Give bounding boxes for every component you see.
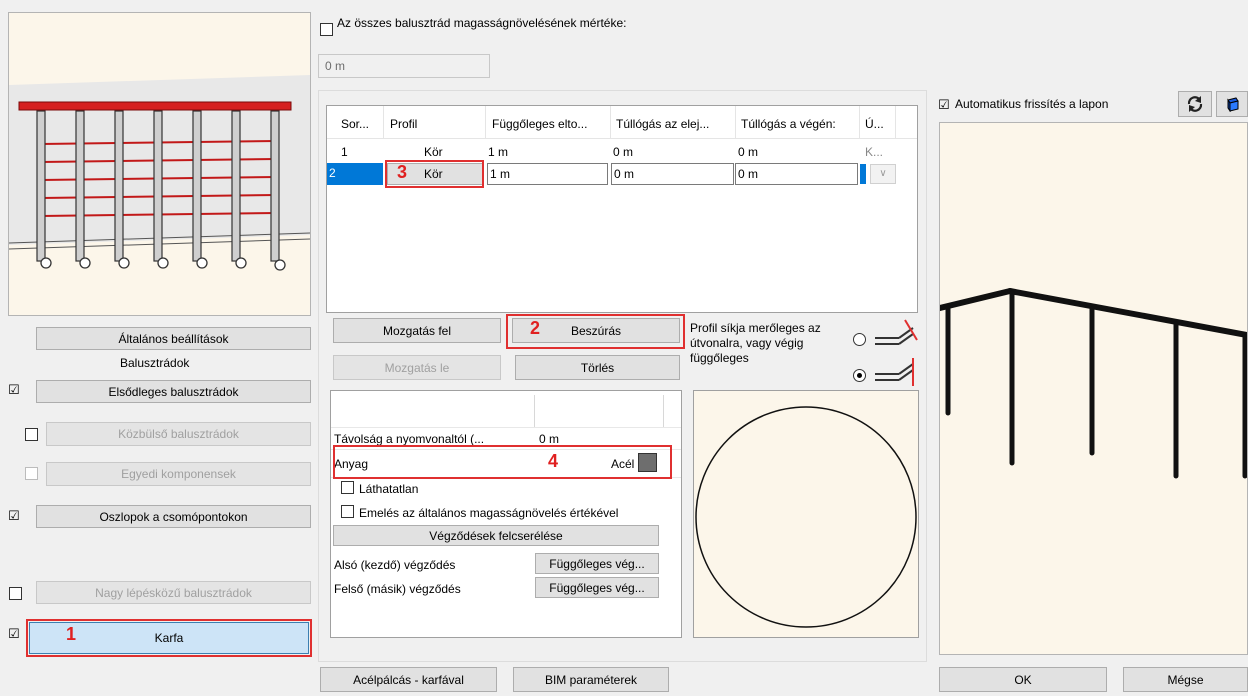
distance-label: Távolság a nyomvonaltól (... — [334, 432, 485, 446]
profile-section-preview — [693, 390, 919, 638]
balusters-group-label: Balusztrádok — [120, 356, 190, 370]
chevron-down-icon[interactable]: ∨ — [870, 164, 896, 184]
delete-button[interactable]: Törlés — [515, 355, 680, 380]
all-height-input: 0 m — [318, 54, 490, 78]
vertical-offset-input[interactable]: 1 m — [487, 163, 608, 185]
header-vertical-offset[interactable]: Függőleges elto... — [492, 117, 612, 131]
large-step-balusters-button: Nagy lépésközű balusztrádok — [36, 581, 311, 604]
annotation-number-3: 3 — [397, 162, 408, 182]
intermediate-balusters-button: Közbülső balusztrádok — [46, 422, 311, 446]
swap-ends-button[interactable]: Végződések felcserélése — [333, 525, 659, 546]
move-up-button[interactable]: Mozgatás fel — [333, 318, 501, 343]
primary-checkbox[interactable]: ☑ — [8, 382, 20, 398]
row-number: 1 — [341, 145, 348, 159]
handrail-checkbox[interactable]: ☑ — [8, 626, 20, 642]
perpendicular-radio[interactable] — [853, 333, 866, 346]
custom-checkbox — [25, 467, 38, 480]
move-down-button: Mozgatás le — [333, 355, 501, 380]
header-overhang-start[interactable]: Túllógás az elej... — [616, 117, 736, 131]
row-number: 2 — [327, 163, 383, 185]
large-step-checkbox[interactable] — [9, 587, 22, 600]
top-end-button[interactable]: Függőleges vég... — [535, 577, 659, 598]
ok-button[interactable]: OK — [939, 667, 1107, 692]
vertical-end-icon — [873, 354, 919, 393]
invisible-checkbox[interactable] — [341, 481, 354, 494]
overhang-start-cell[interactable]: 0 m — [613, 145, 633, 159]
header-overhang-end[interactable]: Túllógás a végén: — [741, 117, 861, 131]
auto-refresh-checkbox[interactable]: ☑ — [938, 97, 950, 113]
raise-label: Emelés az általános magasságnövelés érté… — [359, 506, 619, 520]
annotation-number-1: 1 — [66, 624, 77, 644]
top-end-label: Felső (másik) végződés — [334, 582, 461, 596]
custom-components-button: Egyedi komponensek — [46, 462, 311, 486]
selection-marker — [860, 164, 866, 184]
posts-checkbox[interactable]: ☑ — [8, 508, 20, 524]
perpendicular-end-icon — [873, 318, 919, 357]
header-profile[interactable]: Profil — [390, 117, 480, 131]
vertical-offset-cell[interactable]: 1 m — [488, 145, 508, 159]
table-row[interactable]: 1 Kör 1 m 0 m 0 m K... — [327, 142, 917, 162]
annotation-number-4: 4 — [548, 451, 559, 471]
bottom-end-label: Alsó (kezdő) végződés — [334, 558, 456, 572]
general-settings-button[interactable]: Általános beállítások — [36, 327, 311, 350]
3d-view-icon[interactable] — [1216, 91, 1248, 117]
overhang-start-input[interactable]: 0 m — [611, 163, 734, 185]
table-header: Sor... Profil Függőleges elto... Túllógá… — [327, 106, 917, 139]
vertical-radio[interactable] — [853, 369, 866, 382]
cancel-button[interactable]: Mégse — [1123, 667, 1248, 692]
intermediate-checkbox[interactable] — [25, 428, 38, 441]
steel-rod-preset-button[interactable]: Acélpálcás - karfával — [320, 667, 497, 692]
distance-value[interactable]: 0 m — [539, 432, 559, 446]
posts-at-nodes-button[interactable]: Oszlopok a csomópontokon — [36, 505, 311, 528]
3d-preview-canvas[interactable] — [937, 122, 1248, 655]
profile-cell[interactable]: Kör — [424, 145, 443, 159]
overhang-end-cell[interactable]: 0 m — [738, 145, 758, 159]
profile-table[interactable]: Sor... Profil Függőleges elto... Túllógá… — [326, 105, 918, 313]
bim-parameters-button[interactable]: BIM paraméterek — [513, 667, 669, 692]
all-height-label: Az összes balusztrád magasságnövelésének… — [337, 16, 627, 30]
header-u[interactable]: Ú... — [865, 117, 895, 131]
refresh-icon[interactable] — [1178, 91, 1212, 117]
primary-balusters-button[interactable]: Elsődleges balusztrádok — [36, 380, 311, 403]
raise-checkbox[interactable] — [341, 505, 354, 518]
annotation-number-2: 2 — [530, 318, 541, 338]
profile-plane-note: Profil síkja merőleges az útvonalra, vag… — [690, 321, 821, 365]
annotation-box-4 — [333, 445, 672, 479]
railing-thumbnail — [8, 12, 311, 316]
properties-grid[interactable]: Távolság a nyomvonaltól (... 0 m Anyag A… — [330, 390, 682, 638]
bottom-end-button[interactable]: Függőleges vég... — [535, 553, 659, 574]
header-row-number[interactable]: Sor... — [341, 117, 383, 131]
invisible-label: Láthatatlan — [359, 482, 419, 496]
overhang-end-input[interactable]: 0 m — [735, 163, 858, 185]
u-cell[interactable]: K... — [865, 145, 883, 159]
all-height-checkbox[interactable] — [320, 23, 333, 36]
auto-refresh-label: Automatikus frissítés a lapon — [955, 97, 1109, 111]
